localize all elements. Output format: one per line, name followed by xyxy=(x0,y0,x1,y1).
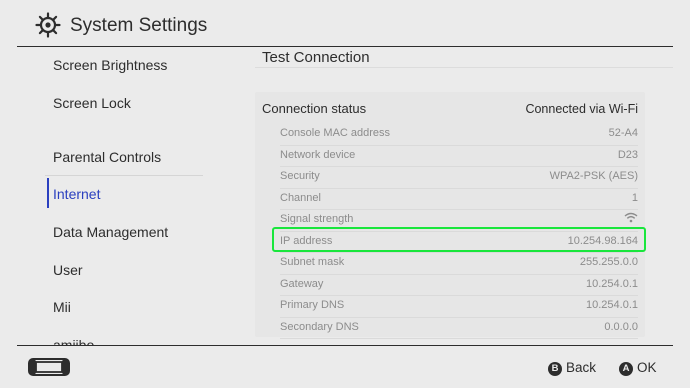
info-row-secondary-dns: Secondary DNS 0.0.0.0 xyxy=(280,318,638,339)
connection-status-label: Connection status xyxy=(262,101,367,116)
info-value: D23 xyxy=(617,148,638,161)
sidebar-item-parental-controls[interactable]: Parental Controls xyxy=(53,149,161,165)
back-label: Back xyxy=(566,360,597,375)
connection-status-value: Connected via Wi-Fi xyxy=(525,102,638,116)
info-label: Primary DNS xyxy=(280,299,345,311)
info-row-network-device: Network device D23 xyxy=(280,146,638,167)
sidebar-divider xyxy=(45,175,203,176)
info-value: 52-A4 xyxy=(608,127,638,139)
b-button-icon: B xyxy=(548,362,562,376)
main-panel: Test Connection Connection status Connec… xyxy=(225,47,673,345)
ip-address-highlight xyxy=(272,227,646,252)
info-value: WPA2-PSK (AES) xyxy=(549,170,638,182)
header-bar: System Settings xyxy=(0,0,690,47)
page-title: System Settings xyxy=(70,15,208,36)
ok-label: OK xyxy=(637,360,657,375)
info-value: 1 xyxy=(631,191,638,204)
gear-icon xyxy=(35,12,61,38)
sidebar-item-amiibo[interactable]: amiibo xyxy=(53,337,94,345)
info-value: 10.254.0.1 xyxy=(586,277,638,290)
info-label: Secondary DNS xyxy=(280,320,359,333)
info-label: Subnet mask xyxy=(280,256,345,268)
sidebar-item-data-management[interactable]: Data Management xyxy=(53,224,168,240)
info-label: Console MAC address xyxy=(280,127,391,139)
sidebar-active-indicator xyxy=(47,178,49,208)
sidebar: Screen Brightness Screen Lock Parental C… xyxy=(0,47,225,345)
info-row-subnet-mask: Subnet mask 255.255.0.0 xyxy=(280,253,638,275)
sidebar-item-mii[interactable]: Mii xyxy=(53,299,71,315)
connection-status-row[interactable]: Connection status Connected via Wi-Fi xyxy=(262,101,638,121)
a-button-icon: A xyxy=(619,362,633,376)
sidebar-item-user[interactable]: User xyxy=(53,262,83,278)
info-row-security: Security WPA2-PSK (AES) xyxy=(280,167,638,189)
info-value: 0.0.0.0 xyxy=(604,320,638,333)
info-row-gateway: Gateway 10.254.0.1 xyxy=(280,275,638,296)
info-label: Channel xyxy=(280,191,321,204)
footer-divider xyxy=(17,345,673,346)
ok-button[interactable]: A OK xyxy=(619,360,657,376)
sidebar-item-internet[interactable]: Internet xyxy=(53,186,100,202)
info-value: 255.255.0.0 xyxy=(579,256,638,268)
info-label: Signal strength xyxy=(280,213,354,225)
console-icon xyxy=(28,358,70,376)
sidebar-item-screen-lock[interactable]: Screen Lock xyxy=(53,95,131,111)
sidebar-item-screen-brightness[interactable]: Screen Brightness xyxy=(53,57,167,73)
panel-title-divider xyxy=(255,67,673,68)
info-row-channel: Channel 1 xyxy=(280,189,638,210)
info-label: Security xyxy=(280,170,320,182)
info-row-primary-dns: Primary DNS 10.254.0.1 xyxy=(280,296,638,318)
info-label: Gateway xyxy=(280,277,324,290)
wifi-signal-icon xyxy=(624,212,638,223)
info-value: 10.254.0.1 xyxy=(586,299,638,311)
info-row-mac: Console MAC address 52-A4 xyxy=(280,124,638,146)
panel-title: Test Connection xyxy=(262,49,370,66)
back-button[interactable]: B Back xyxy=(548,360,596,376)
info-label: Network device xyxy=(280,148,356,161)
